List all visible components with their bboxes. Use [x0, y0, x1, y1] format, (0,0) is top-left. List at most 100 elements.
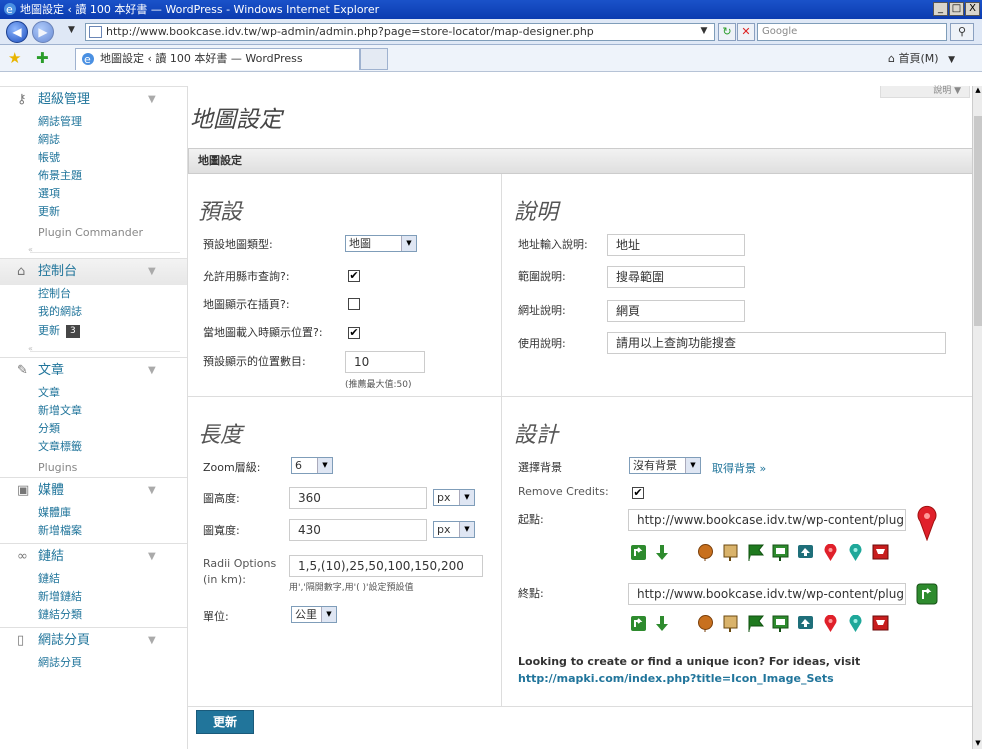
red-pin-icon[interactable] [822, 615, 839, 632]
chevron-down-icon[interactable]: ▼ [148, 544, 156, 569]
address-dropdown-icon[interactable]: ▼ [695, 23, 713, 41]
history-dropdown-icon[interactable]: ▼ [68, 25, 75, 35]
height-input[interactable]: 360 [289, 487, 427, 509]
favorites-star-icon[interactable]: ★ [8, 49, 21, 67]
menu-posts[interactable]: ✎ 文章 ▼ [0, 357, 187, 384]
width-input[interactable]: 430 [289, 519, 427, 541]
unit-select[interactable]: 公里 ▼ [291, 606, 337, 623]
address-input[interactable]: http://www.bookcase.idv.tw/wp-admin/admi… [85, 23, 715, 41]
minimize-button[interactable]: _ [933, 2, 948, 16]
zoom-select[interactable]: 6 ▼ [291, 457, 333, 474]
green-flag-icon[interactable] [747, 544, 764, 561]
menu-pages[interactable]: ▯ 網誌分頁 ▼ [0, 627, 187, 654]
range-input[interactable]: 搜尋範圍 [607, 266, 745, 288]
green-flag-icon[interactable] [747, 615, 764, 632]
sidebar-item-pages[interactable]: 網誌分頁 [0, 654, 187, 672]
icon-ideas-link[interactable]: http://mapki.com/index.php?title=Icon_Im… [518, 672, 834, 685]
search-input[interactable]: Google [757, 23, 947, 41]
address-input[interactable]: 地址 [607, 234, 745, 256]
sidebar-item-users[interactable]: 帳號 [0, 149, 187, 167]
sidebar-item-plugins[interactable]: Plugins [0, 459, 187, 477]
map-type-select[interactable]: 地圖 ▼ [345, 235, 417, 252]
menu-media[interactable]: ▣ 媒體 ▼ [0, 477, 187, 504]
get-background-link[interactable]: 取得背景 » [712, 460, 766, 476]
sidebar-item-blogs[interactable]: 網誌 [0, 131, 187, 149]
city-search-checkbox[interactable]: ✔ [348, 270, 360, 282]
menu-super-admin[interactable]: ⚷ 超級管理 ▼ [0, 86, 187, 113]
teal-pin-icon[interactable] [847, 615, 864, 632]
sidebar-item-categories[interactable]: 分類 [0, 420, 187, 438]
sidebar-item-posts[interactable]: 文章 [0, 384, 187, 402]
sidebar-item-dashboard-update[interactable]: 更新 3 [0, 321, 187, 341]
home-dropdown-icon[interactable]: ▼ [948, 55, 955, 65]
sidebar-item-add-link[interactable]: 新增鏈結 [0, 588, 187, 606]
back-icon[interactable]: ◀ [6, 21, 28, 43]
new-tab-button[interactable] [360, 48, 388, 70]
sidebar-item-update[interactable]: 更新 [0, 203, 187, 221]
red-pin-icon[interactable] [822, 544, 839, 561]
show-in-page-checkbox[interactable] [348, 298, 360, 310]
sidebar-item-tags[interactable]: 文章標籤 [0, 438, 187, 456]
usage-input[interactable]: 請用以上查詢功能搜查 [607, 332, 946, 354]
sidebar-item-link-categories[interactable]: 鏈結分類 [0, 606, 187, 624]
chevron-down-icon[interactable]: ▼ [148, 259, 156, 284]
close-button[interactable]: X [965, 2, 980, 16]
shopping-cart-icon[interactable] [872, 615, 889, 632]
green-arrow-down-icon[interactable] [655, 544, 669, 561]
sidebar-item-themes[interactable]: 佈景主題 [0, 167, 187, 185]
scroll-up-icon[interactable]: ▲ [973, 86, 982, 96]
sidebar-item-media-library[interactable]: 媒體庫 [0, 504, 187, 522]
sidebar-item-add-media[interactable]: 新增檔案 [0, 522, 187, 540]
start-icon-input[interactable]: http://www.bookcase.idv.tw/wp-content/pl… [628, 509, 906, 531]
teal-arrow-up-icon[interactable] [797, 615, 814, 632]
green-arrow-turn-icon[interactable] [630, 544, 647, 561]
chevron-down-icon[interactable]: ▼ [148, 478, 156, 503]
show-location-checkbox[interactable]: ✔ [348, 327, 360, 339]
search-icon[interactable]: ⚲ [950, 23, 974, 41]
radii-input[interactable]: 1,5,(10),25,50,100,150,200 [289, 555, 483, 577]
save-button[interactable]: 更新 [196, 710, 254, 734]
chevron-down-icon[interactable]: ▼ [148, 628, 156, 653]
scroll-down-icon[interactable]: ▼ [973, 739, 982, 749]
sidebar-item-links[interactable]: 鏈結 [0, 570, 187, 588]
info-sign-icon[interactable] [722, 544, 739, 561]
refresh-icon[interactable]: ↻ [718, 23, 736, 41]
orange-balloon-icon[interactable] [697, 615, 714, 632]
orange-balloon-icon[interactable] [697, 544, 714, 561]
sidebar-item-my-blogs[interactable]: 我的網誌 [0, 303, 187, 321]
background-select[interactable]: 沒有背景 ▼ [629, 457, 701, 474]
chevron-down-icon[interactable]: ▼ [148, 358, 156, 383]
location-count-input[interactable]: 10 [345, 351, 425, 373]
stop-icon[interactable]: ✕ [737, 23, 755, 41]
scroll-thumb[interactable] [974, 116, 982, 326]
home-button[interactable]: ⌂ 首頁(M) ▼ [888, 50, 955, 66]
maximize-button[interactable]: □ [949, 2, 964, 16]
green-billboard-icon[interactable] [772, 615, 789, 632]
info-sign-icon[interactable] [722, 615, 739, 632]
height-unit-select[interactable]: px ▼ [433, 489, 475, 506]
end-icon-input[interactable]: http://www.bookcase.idv.tw/wp-content/pl… [628, 583, 906, 605]
menu-dashboard[interactable]: ⌂ 控制台 ▼ [0, 258, 187, 285]
green-arrow-turn-icon[interactable] [630, 615, 647, 632]
forward-icon[interactable]: ▶ [32, 21, 54, 43]
sidebar-item-options[interactable]: 選項 [0, 185, 187, 203]
tab-current[interactable]: e 地圖設定 ‹ 讀 100 本好書 — WordPress [75, 48, 360, 70]
help-button[interactable]: 說明 ▼ [880, 86, 970, 98]
chevron-down-icon[interactable]: ▼ [148, 87, 156, 112]
website-label: 網址說明: [518, 304, 566, 317]
menu-links[interactable]: ∞ 鏈結 ▼ [0, 543, 187, 570]
shopping-cart-icon[interactable] [872, 544, 889, 561]
sidebar-item-dashboard[interactable]: 控制台 [0, 285, 187, 303]
teal-arrow-up-icon[interactable] [797, 544, 814, 561]
sidebar-item-sites[interactable]: 網誌管理 [0, 113, 187, 131]
page-scrollbar[interactable]: ▲ ▼ [972, 86, 982, 749]
sidebar-item-plugin-commander[interactable]: Plugin Commander [0, 224, 187, 242]
width-unit-select[interactable]: px ▼ [433, 521, 475, 538]
green-billboard-icon[interactable] [772, 544, 789, 561]
sidebar-item-new-post[interactable]: 新增文章 [0, 402, 187, 420]
website-input[interactable]: 網頁 [607, 300, 745, 322]
green-arrow-down-icon[interactable] [655, 615, 669, 632]
add-favorite-icon[interactable]: ✚ [36, 49, 49, 67]
teal-pin-icon[interactable] [847, 544, 864, 561]
remove-credits-checkbox[interactable]: ✔ [632, 487, 644, 499]
